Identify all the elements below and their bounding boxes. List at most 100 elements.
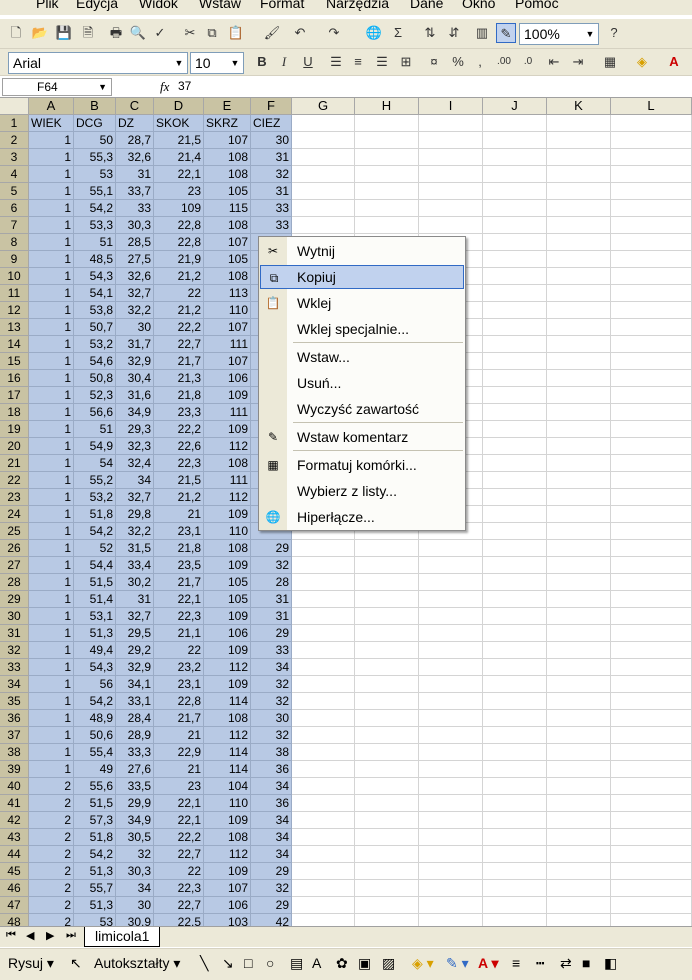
- formula-content[interactable]: 37: [178, 79, 191, 93]
- cell[interactable]: 31: [116, 591, 154, 608]
- cell[interactable]: 31,7: [116, 336, 154, 353]
- cell[interactable]: [483, 268, 547, 285]
- cell[interactable]: [547, 727, 611, 744]
- cell[interactable]: 34: [251, 778, 292, 795]
- cell[interactable]: [611, 421, 692, 438]
- cell[interactable]: 33,7: [116, 183, 154, 200]
- cell[interactable]: 32: [251, 166, 292, 183]
- underline-icon[interactable]: U: [298, 52, 318, 72]
- cell[interactable]: [483, 489, 547, 506]
- row-header[interactable]: 11: [0, 285, 29, 302]
- cell[interactable]: [483, 625, 547, 642]
- cell[interactable]: 33,1: [116, 693, 154, 710]
- cell[interactable]: [292, 574, 355, 591]
- select-all-corner[interactable]: [0, 98, 29, 115]
- cell[interactable]: [483, 761, 547, 778]
- cell[interactable]: [355, 625, 419, 642]
- cell[interactable]: 51,3: [74, 863, 116, 880]
- cell[interactable]: [419, 540, 483, 557]
- cell[interactable]: [292, 132, 355, 149]
- shadow-icon[interactable]: ■: [582, 955, 590, 971]
- cell[interactable]: [611, 370, 692, 387]
- cell[interactable]: [483, 642, 547, 659]
- cell[interactable]: 54,3: [74, 659, 116, 676]
- row-header[interactable]: 30: [0, 608, 29, 625]
- cell[interactable]: 1: [29, 472, 74, 489]
- cell[interactable]: 1: [29, 455, 74, 472]
- cell[interactable]: 1: [29, 302, 74, 319]
- cell[interactable]: 107: [204, 234, 251, 251]
- cell[interactable]: [419, 795, 483, 812]
- cell[interactable]: 23,3: [154, 404, 204, 421]
- menu-7[interactable]: Okno: [462, 0, 495, 11]
- cell[interactable]: [355, 761, 419, 778]
- cell[interactable]: [611, 268, 692, 285]
- cell[interactable]: 36: [251, 761, 292, 778]
- cell[interactable]: 51,8: [74, 506, 116, 523]
- cell[interactable]: 1: [29, 251, 74, 268]
- cell[interactable]: [547, 557, 611, 574]
- cell[interactable]: 32,3: [116, 438, 154, 455]
- row-header[interactable]: 33: [0, 659, 29, 676]
- cell[interactable]: [547, 523, 611, 540]
- cell[interactable]: [355, 642, 419, 659]
- cell[interactable]: 1: [29, 591, 74, 608]
- cell[interactable]: [611, 710, 692, 727]
- cell[interactable]: 55,2: [74, 472, 116, 489]
- cell[interactable]: 33,4: [116, 557, 154, 574]
- cell[interactable]: [355, 829, 419, 846]
- row-header[interactable]: 18: [0, 404, 29, 421]
- cell[interactable]: 111: [204, 336, 251, 353]
- cell[interactable]: 32,6: [116, 268, 154, 285]
- cell[interactable]: [547, 234, 611, 251]
- name-box[interactable]: F64 ▼: [2, 78, 112, 96]
- cell[interactable]: [547, 676, 611, 693]
- cell[interactable]: [611, 336, 692, 353]
- cell[interactable]: 51: [74, 234, 116, 251]
- cell[interactable]: [355, 217, 419, 234]
- cell[interactable]: [292, 115, 355, 132]
- cell[interactable]: [355, 710, 419, 727]
- cell[interactable]: 34: [251, 846, 292, 863]
- cell[interactable]: [355, 166, 419, 183]
- row-header[interactable]: 40: [0, 778, 29, 795]
- cell[interactable]: [292, 829, 355, 846]
- row-header[interactable]: 3: [0, 149, 29, 166]
- next-sheet-icon[interactable]: ▶: [46, 929, 54, 942]
- cell[interactable]: [611, 812, 692, 829]
- cell[interactable]: 106: [204, 625, 251, 642]
- row-header[interactable]: 1: [0, 115, 29, 132]
- increase-indent-icon[interactable]: ⇥: [568, 52, 588, 72]
- align-left-icon[interactable]: ☰: [326, 52, 346, 72]
- cell[interactable]: [419, 200, 483, 217]
- column-header-F[interactable]: F: [251, 98, 292, 115]
- cell[interactable]: 31: [116, 166, 154, 183]
- cell[interactable]: 51,5: [74, 574, 116, 591]
- row-header[interactable]: 29: [0, 591, 29, 608]
- cell[interactable]: 50: [74, 132, 116, 149]
- cell[interactable]: [292, 183, 355, 200]
- cell[interactable]: [611, 353, 692, 370]
- wordart-icon[interactable]: A: [312, 955, 321, 971]
- cell[interactable]: 34: [251, 659, 292, 676]
- cell[interactable]: [292, 217, 355, 234]
- context-menu-item-7[interactable]: ✎ Wstaw komentarz: [260, 425, 464, 449]
- cell[interactable]: 1: [29, 438, 74, 455]
- cell[interactable]: 22,8: [154, 693, 204, 710]
- cell[interactable]: [292, 642, 355, 659]
- cell[interactable]: [483, 472, 547, 489]
- cell[interactable]: [611, 217, 692, 234]
- cell[interactable]: 114: [204, 761, 251, 778]
- cell[interactable]: [483, 897, 547, 914]
- cell[interactable]: [419, 829, 483, 846]
- cell[interactable]: 1: [29, 217, 74, 234]
- cell[interactable]: 31: [251, 591, 292, 608]
- cell[interactable]: 34: [116, 880, 154, 897]
- cell[interactable]: 22,1: [154, 795, 204, 812]
- cell[interactable]: [419, 710, 483, 727]
- cell[interactable]: [355, 795, 419, 812]
- cell[interactable]: 106: [204, 370, 251, 387]
- cell[interactable]: [483, 812, 547, 829]
- cell[interactable]: 29: [251, 897, 292, 914]
- hyperlink-icon[interactable]: 🌐: [364, 23, 384, 43]
